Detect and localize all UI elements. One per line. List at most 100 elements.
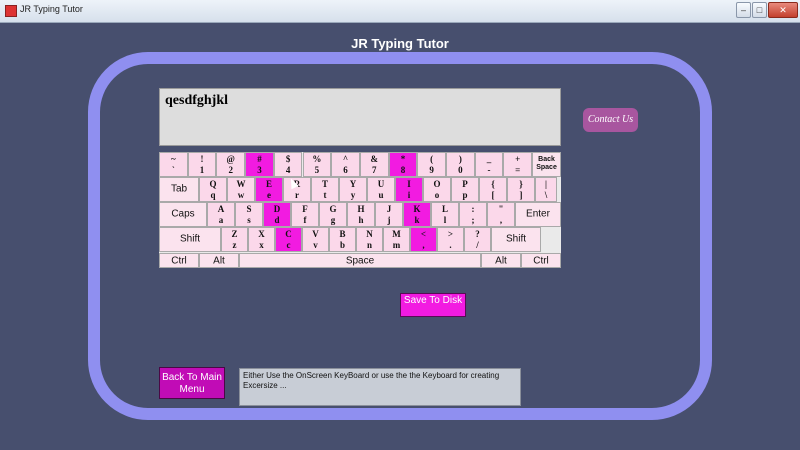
key-x[interactable]: Xx: [248, 227, 275, 252]
key-shift-char: M: [392, 229, 401, 239]
key-shift-char: E: [265, 179, 272, 189]
key-base-char: g: [330, 214, 336, 225]
key-base-char: 9: [429, 164, 434, 175]
key-8[interactable]: * 8: [388, 152, 418, 177]
key-w[interactable]: Ww: [227, 177, 255, 202]
key-shift-char: F: [302, 204, 308, 214]
key-back-space[interactable]: Back Space: [532, 152, 561, 177]
key-shift[interactable]: Shift: [159, 227, 221, 252]
key-2[interactable]: @2: [216, 152, 246, 177]
key-7[interactable]: & 7: [359, 152, 389, 177]
key-shift-char: :: [471, 204, 475, 214]
practice-text-area[interactable]: qesdfghjkl: [159, 88, 561, 146]
key-m[interactable]: Mm: [383, 227, 410, 252]
key-enter[interactable]: Enter: [515, 202, 561, 227]
key-y[interactable]: Yy: [339, 177, 367, 202]
key-base-char: ,: [499, 214, 503, 225]
key-shift-char: ): [458, 154, 462, 164]
key-ctrl[interactable]: Ctrl: [521, 253, 561, 268]
key-caps[interactable]: Caps: [159, 202, 207, 227]
key-e[interactable]: Ee: [255, 177, 283, 202]
key-9[interactable]: (9: [417, 152, 446, 177]
key-o[interactable]: Oo: [423, 177, 451, 202]
key-u[interactable]: Uu: [367, 177, 395, 202]
key-5[interactable]: % 5: [302, 152, 332, 177]
key-v[interactable]: Vv: [302, 227, 329, 252]
key-base-char: x: [259, 239, 264, 250]
key-base-char: z: [232, 239, 237, 250]
key-q[interactable]: Qq: [199, 177, 227, 202]
key-ctrl[interactable]: Ctrl: [159, 253, 199, 268]
key-alt[interactable]: Alt: [481, 253, 521, 268]
key-t[interactable]: Tt: [311, 177, 339, 202]
key-i[interactable]: Ii: [395, 177, 423, 202]
key-base-char: k: [414, 214, 420, 225]
title-bar: JR Typing Tutor – □ ✕: [0, 0, 800, 23]
key-shift-char: Y: [349, 179, 357, 189]
key-symbol[interactable]: }]: [507, 177, 535, 202]
key-shift-char: W: [236, 179, 246, 189]
key-symbol[interactable]: ? /: [464, 227, 491, 252]
key-space[interactable]: Space: [239, 253, 481, 268]
app-window: JR Typing Tutor – □ ✕ JR Typing Tutor qe…: [0, 0, 800, 450]
key-base-char: 8: [400, 164, 406, 175]
close-button[interactable]: ✕: [768, 2, 798, 18]
key-symbol[interactable]: :;: [459, 202, 487, 227]
key-l[interactable]: Ll: [431, 202, 459, 227]
key-z[interactable]: Zz: [221, 227, 248, 252]
key-base-char: e: [267, 189, 271, 200]
key-base-char: l: [443, 214, 447, 225]
key-symbol[interactable]: + =: [503, 152, 533, 177]
key-c[interactable]: Cc: [275, 227, 302, 252]
key-shift-char: I: [407, 179, 411, 189]
key-base-char: t: [323, 189, 327, 200]
key-p[interactable]: Pp: [451, 177, 479, 202]
key-g[interactable]: Gg: [319, 202, 347, 227]
key-s[interactable]: Ss: [235, 202, 263, 227]
key-f[interactable]: Ff: [291, 202, 319, 227]
key-symbol[interactable]: >.: [437, 227, 464, 252]
key-base-char: a: [218, 214, 224, 225]
key-j[interactable]: Jj: [375, 202, 403, 227]
key-a[interactable]: Aa: [207, 202, 235, 227]
key-k[interactable]: Kk: [403, 202, 431, 227]
save-to-disk-button[interactable]: Save To Disk: [400, 293, 466, 317]
key-shift-char: |: [545, 179, 547, 189]
key-base-char: -: [487, 164, 491, 175]
key-shift-char: !: [200, 154, 204, 164]
key-b[interactable]: Bb: [329, 227, 356, 252]
key-base-char: p: [462, 189, 468, 200]
key-n[interactable]: Nn: [356, 227, 383, 252]
key-base-char: b: [339, 239, 345, 250]
key-0[interactable]: ) 0: [446, 152, 475, 177]
key-shift-char: }: [519, 179, 523, 189]
key-shift-char: $: [285, 154, 291, 164]
key-symbol[interactable]: ",: [487, 202, 515, 227]
key-base-char: 7: [371, 164, 377, 175]
contact-us-button[interactable]: Contact Us: [583, 108, 638, 132]
key-shift-char: ~: [171, 154, 176, 164]
key-symbol[interactable]: ~ `: [159, 152, 188, 177]
key-1[interactable]: ! 1: [187, 152, 217, 177]
back-to-main-menu-button[interactable]: Back To Main Menu: [159, 367, 225, 399]
key-base-char: s: [247, 214, 251, 225]
key-h[interactable]: Hh: [347, 202, 375, 227]
key-symbol[interactable]: | \: [535, 177, 557, 202]
key-alt[interactable]: Alt: [199, 253, 239, 268]
instruction-text: Either Use the OnScreen KeyBoard or use …: [239, 368, 521, 406]
key-symbol[interactable]: <,: [410, 227, 437, 252]
key-base-char: 1: [199, 164, 205, 175]
key-shift[interactable]: Shift: [491, 227, 541, 252]
maximize-button[interactable]: □: [752, 2, 767, 18]
key-symbol[interactable]: {[: [479, 177, 507, 202]
key-base-char: 5: [314, 164, 320, 175]
key-6[interactable]: ^ 6: [331, 152, 360, 177]
key-3[interactable]: #3: [245, 152, 274, 177]
key-tab[interactable]: Tab: [159, 177, 199, 202]
key-d[interactable]: Dd: [263, 202, 291, 227]
key-shift-char: *: [400, 154, 406, 164]
key-base-char: m: [392, 239, 401, 250]
key-4[interactable]: $4: [273, 152, 303, 177]
key-symbol[interactable]: _ -: [474, 152, 504, 177]
minimize-button[interactable]: –: [736, 2, 751, 18]
